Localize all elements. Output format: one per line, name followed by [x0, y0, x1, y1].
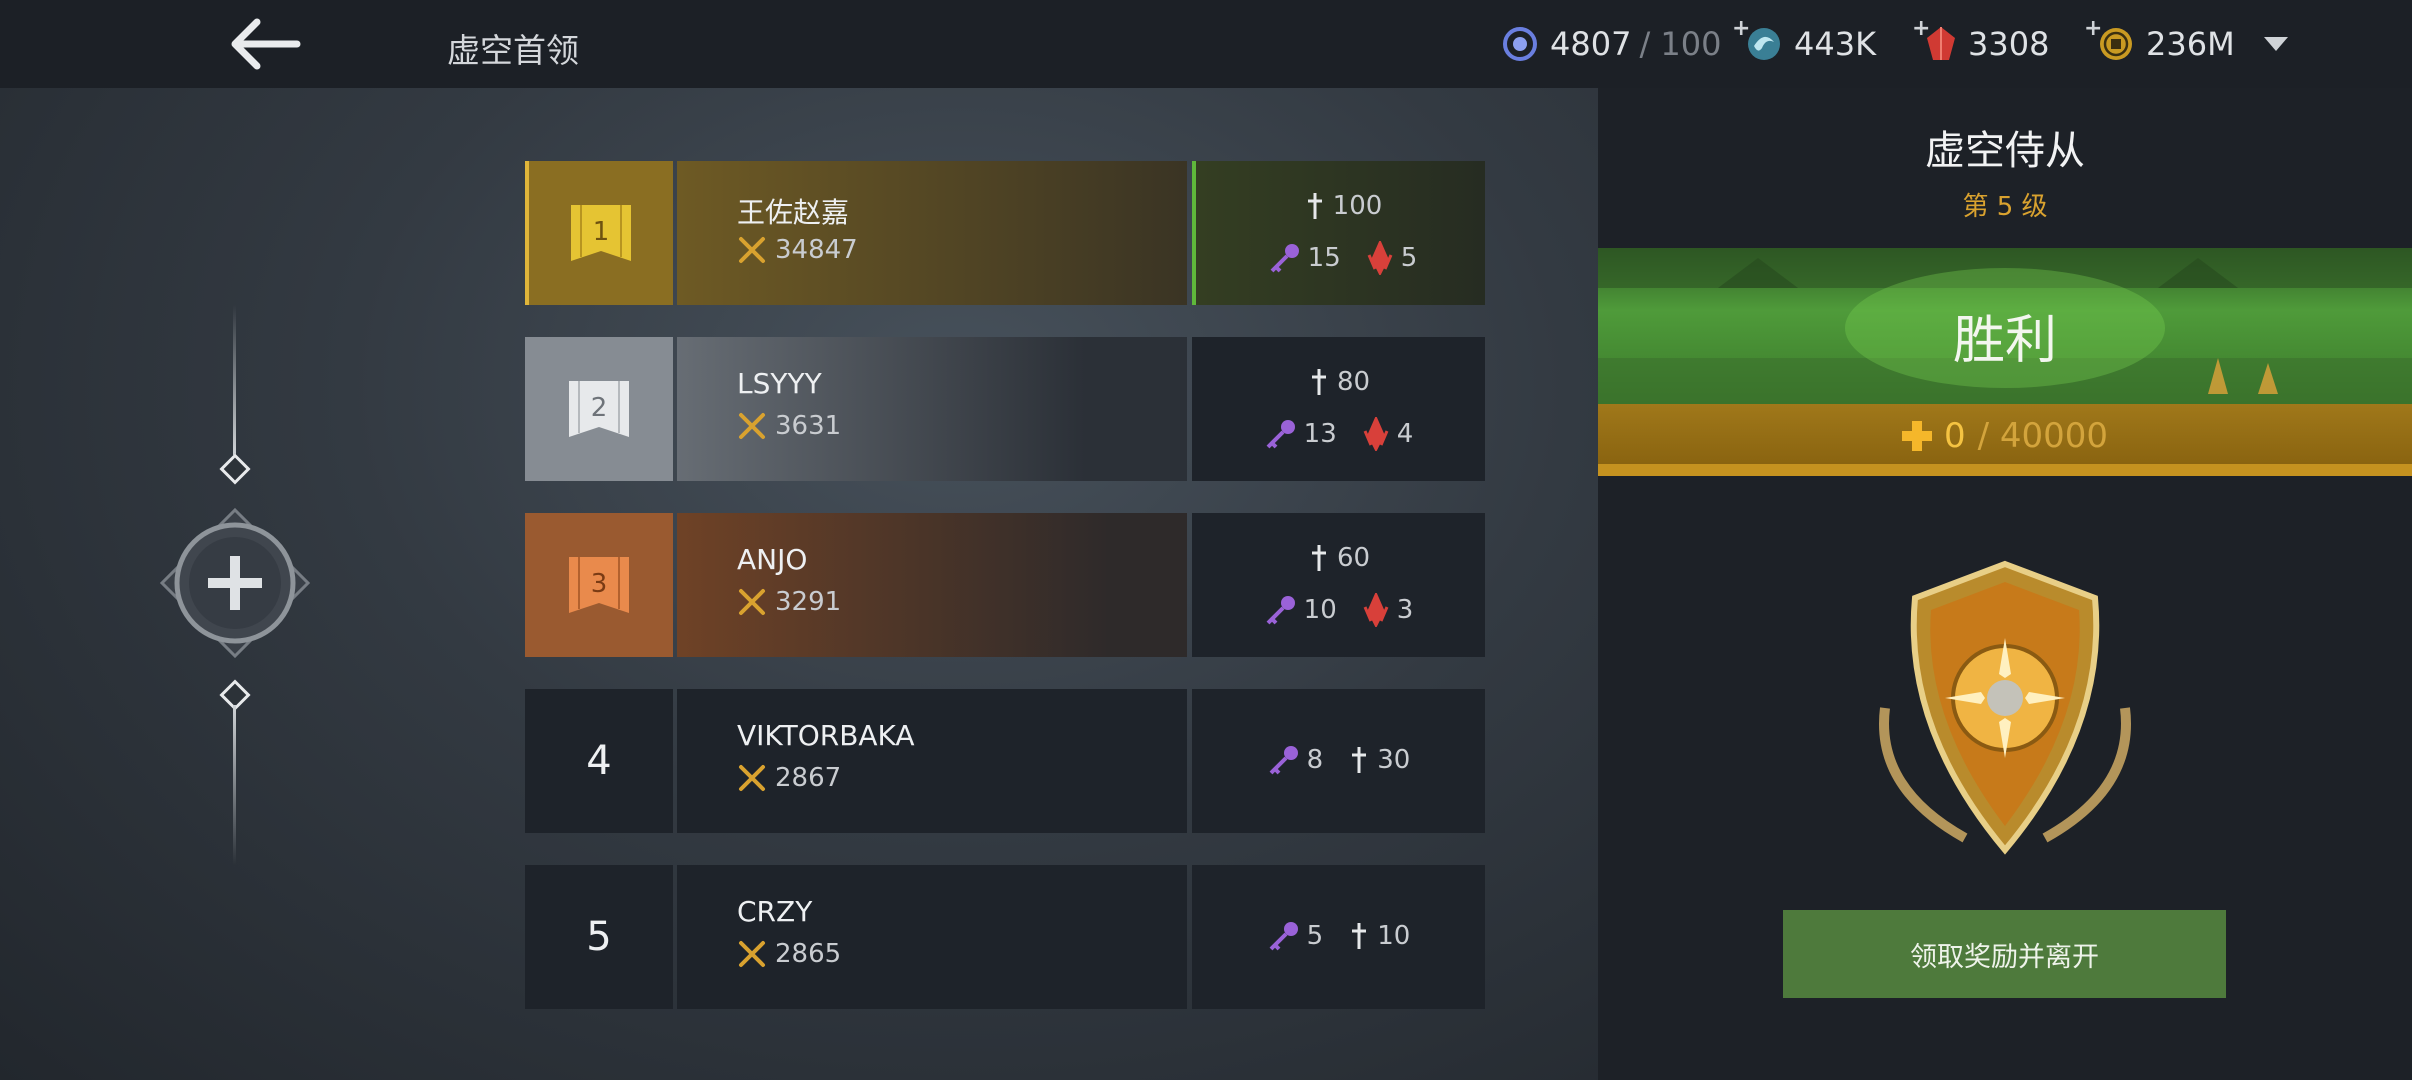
- player-cell: CRZY 2865: [677, 865, 1187, 1009]
- leaderboard-row[interactable]: 4 VIKTORBAKA 2867 8 30: [525, 689, 1485, 833]
- leaderboard-row[interactable]: 2 LSYYY 3631 80 13 4: [525, 337, 1485, 481]
- rank-badge-gold: 1: [525, 161, 673, 305]
- sword-icon: [1307, 193, 1322, 219]
- add-gems-plus-icon[interactable]: +: [1912, 16, 1930, 41]
- reward-cell: 5 10: [1192, 865, 1485, 1009]
- player-power: 3291: [737, 587, 841, 617]
- sword-icon: [1311, 545, 1326, 571]
- player-power: 34847: [737, 235, 858, 265]
- crossed-swords-icon: [739, 237, 765, 263]
- leaderboard-row[interactable]: 3 ANJO 3291 60 10 3: [525, 513, 1485, 657]
- sword-icon: [1352, 923, 1367, 949]
- currency-red-gems[interactable]: + 3308: [1912, 16, 2049, 70]
- player-cell: VIKTORBAKA 2867: [677, 689, 1187, 833]
- key-icon: [1266, 420, 1295, 449]
- crossed-swords-icon: [739, 941, 765, 967]
- rank-badge-bronze: 3: [525, 513, 673, 657]
- reward-cell: 8 30: [1192, 689, 1485, 833]
- crossed-swords-icon: [739, 589, 765, 615]
- leaderboard-row[interactable]: 5 CRZY 2865 5 10: [525, 865, 1485, 1009]
- leaderboard-row[interactable]: 1 王佐赵嘉 34847 100 15 5: [525, 161, 1485, 305]
- crystal-icon: [1363, 593, 1389, 627]
- player-cell: 王佐赵嘉 34847: [677, 161, 1187, 305]
- boss-level: 第 5 级: [1962, 192, 2048, 222]
- crystal-icon: [1363, 417, 1389, 451]
- crossed-swords-icon: [739, 413, 765, 439]
- rank-badge-silver: 2: [525, 337, 673, 481]
- add-gold-plus-icon[interactable]: +: [2084, 16, 2102, 41]
- banner-gold-icon: 1: [571, 205, 631, 261]
- player-cell: LSYYY 3631: [677, 337, 1187, 481]
- boss-name: 虚空侍从: [1925, 128, 2085, 174]
- crossed-swords-icon: [739, 765, 765, 791]
- player-power: 2867: [737, 763, 841, 793]
- reward-progress-bar: 0 / 40000: [1598, 404, 2412, 476]
- back-arrow-icon[interactable]: [225, 14, 305, 74]
- rank-number: 5: [525, 865, 673, 1009]
- rank-number: 4: [525, 689, 673, 833]
- player-name: CRZY: [737, 895, 813, 928]
- claim-rewards-button[interactable]: 领取奖励并离开: [1783, 910, 2226, 998]
- key-icon: [1270, 244, 1299, 273]
- svg-text:3: 3: [591, 569, 608, 599]
- key-icon: [1266, 596, 1295, 625]
- player-name: ANJO: [737, 543, 808, 576]
- player-power: 3631: [737, 411, 841, 441]
- zoom-slider-track-bottom: [233, 705, 236, 865]
- reward-cell: 100 15 5: [1192, 161, 1485, 305]
- player-power: 2865: [737, 939, 841, 969]
- banner-silver-icon: 2: [569, 381, 629, 437]
- svg-text:1: 1: [593, 217, 610, 247]
- chevron-down-icon[interactable]: [2262, 34, 2290, 54]
- currency-void-orbs[interactable]: 4807 / 100: [1500, 18, 1721, 70]
- page-title: 虚空首领: [447, 31, 579, 70]
- banner-bronze-icon: 3: [569, 557, 629, 613]
- player-name: 王佐赵嘉: [737, 196, 850, 229]
- void-orb-icon: [1503, 27, 1537, 61]
- reward-cell: 80 13 4: [1192, 337, 1485, 481]
- player-name: LSYYY: [737, 367, 822, 400]
- zoom-plus-icon[interactable]: [160, 508, 310, 658]
- player-name: VIKTORBAKA: [737, 719, 915, 752]
- crystal-icon: [1367, 241, 1393, 275]
- top-bar: 虚空首领 4807 / 100 + 443K + 3308 + 236M: [0, 0, 2412, 88]
- sword-icon: [1311, 369, 1326, 395]
- plus-cross-icon: [1901, 421, 1932, 451]
- currency-energy[interactable]: + 443K: [1732, 16, 1876, 70]
- victory-banner: 胜利: [1598, 248, 2412, 404]
- svg-text:2: 2: [591, 393, 608, 423]
- shield-emblem-icon: [1879, 560, 2131, 855]
- reward-cell: 60 10 3: [1192, 513, 1485, 657]
- currency-gold[interactable]: + 236M: [2084, 16, 2235, 70]
- victory-label: 胜利: [1952, 311, 2057, 371]
- key-icon: [1269, 922, 1298, 951]
- sword-icon: [1352, 747, 1367, 773]
- player-cell: ANJO 3291: [677, 513, 1187, 657]
- zoom-slider-track-top: [233, 305, 236, 455]
- add-energy-plus-icon[interactable]: +: [1732, 16, 1750, 41]
- key-icon: [1269, 746, 1298, 775]
